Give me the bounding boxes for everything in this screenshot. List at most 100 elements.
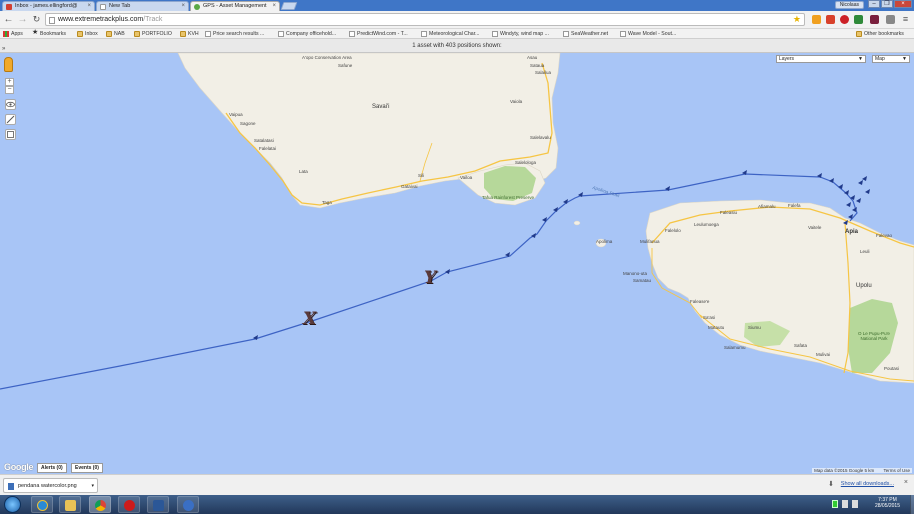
forward-button[interactable]: →	[17, 14, 28, 25]
close-window-icon[interactable]: ×	[894, 0, 912, 8]
bookmark-inbox[interactable]: Inbox	[77, 30, 98, 38]
explorer-icon[interactable]	[59, 496, 81, 513]
map-type-select[interactable]: Map ▼	[872, 55, 910, 63]
page-icon	[349, 31, 355, 37]
map-label: Leuli	[860, 249, 870, 254]
events-button[interactable]: Events (0)	[71, 463, 103, 473]
profile-chip[interactable]: Nicolaas	[834, 1, 864, 9]
map-label: Falelolo	[665, 228, 681, 233]
zoom-in-button[interactable]: +	[5, 78, 14, 86]
extension-icon[interactable]	[812, 15, 821, 24]
extension-icon[interactable]	[870, 15, 879, 24]
google-logo: Google	[4, 462, 34, 472]
star-icon: ★	[32, 29, 39, 36]
layers-select[interactable]: Layers ▼	[776, 55, 866, 63]
network-icon[interactable]	[842, 500, 848, 508]
show-all-downloads-link[interactable]: Show all downloads...	[841, 481, 894, 487]
word-icon[interactable]	[147, 496, 169, 513]
bookmark-price-search[interactable]: Price search results ...	[205, 30, 264, 38]
map-label: Poutasi	[884, 366, 900, 371]
folder-icon	[77, 31, 83, 37]
pinterest-icon[interactable]	[840, 15, 849, 24]
bookmark-portfolio[interactable]: PORTFOLIO	[134, 30, 172, 38]
star-icon[interactable]: ★	[793, 14, 801, 25]
gps-icon	[194, 4, 200, 10]
position-marker	[563, 199, 568, 204]
map-label: Apolima	[596, 239, 613, 244]
address-bar[interactable]: www.extremetrackplus.com/Track ★	[45, 13, 805, 26]
download-item[interactable]: pendana watercolor.png ▾	[3, 478, 98, 493]
map-label: Sa'asi	[703, 315, 716, 320]
maximize-icon[interactable]: ❐	[881, 0, 893, 8]
eye-icon[interactable]	[5, 99, 16, 110]
position-marker	[865, 189, 870, 194]
bookmark-seaweather[interactable]: SeaWeather.net	[563, 30, 608, 38]
terms-link[interactable]: Terms of Use	[883, 468, 910, 473]
bookmark-bookmarks[interactable]: ★ Bookmarks	[32, 29, 66, 38]
show-desktop-button[interactable]	[910, 495, 914, 514]
city-label: Apia	[845, 229, 859, 235]
chrome-icon[interactable]	[89, 496, 111, 513]
reload-button[interactable]: ↻	[31, 14, 42, 25]
close-icon[interactable]: ×	[181, 3, 185, 9]
map-label: Falease'e	[690, 299, 710, 304]
map-view[interactable]: A'opo Conservation Area Safune Asau Sata…	[0, 53, 914, 474]
close-icon[interactable]: ×	[87, 3, 91, 9]
alerts-button[interactable]: Alerts (0)	[37, 463, 67, 473]
map-label: Sili	[418, 173, 425, 178]
clock[interactable]: 7:37 PM 28/05/2015	[875, 497, 900, 509]
new-tab-button[interactable]	[280, 2, 298, 10]
ie-icon[interactable]	[31, 496, 53, 513]
page-icon	[49, 17, 55, 24]
close-icon[interactable]: ×	[904, 479, 908, 486]
tab-strip: Inbox - james.ellingford@ × New Tab × GP…	[0, 0, 914, 11]
ruler-icon[interactable]	[5, 114, 16, 125]
bookmark-company[interactable]: Company officehold...	[278, 30, 336, 38]
park-label: O Le Pupu-Pu'e National Park	[858, 331, 890, 341]
bookmark-wave-model[interactable]: Wave Model - Sout...	[620, 30, 676, 38]
street-view-icon[interactable]	[4, 57, 13, 72]
page-icon	[620, 31, 626, 37]
tab-new[interactable]: New Tab ×	[96, 1, 189, 11]
zoom-out-button[interactable]: −	[5, 86, 14, 94]
map-label: Vailoa	[460, 175, 473, 180]
minimize-icon[interactable]: –	[868, 0, 880, 8]
extension-icon[interactable]	[854, 15, 863, 24]
bookmark-kvh[interactable]: KVH	[180, 30, 199, 38]
map-label: Falelatai	[259, 146, 277, 151]
page-icon	[205, 31, 211, 37]
bookmark-meteo[interactable]: Meteorological Char...	[421, 30, 479, 38]
bookmark-apps[interactable]: Apps	[3, 30, 23, 38]
extension-icon[interactable]	[826, 15, 835, 24]
folder-icon	[134, 31, 140, 37]
search-area-icon[interactable]	[5, 129, 16, 140]
url-domain: www.extremetrackplus.com	[58, 16, 144, 23]
menu-icon[interactable]: ≡	[900, 14, 911, 25]
tray-icon[interactable]	[832, 500, 838, 508]
volume-icon[interactable]	[852, 500, 858, 508]
bookmark-predictwind[interactable]: PredictWind.com - T...	[349, 30, 408, 38]
bookmark-windyty[interactable]: Windyty, wind map ...	[492, 30, 549, 38]
tab-gps[interactable]: GPS - Asset Management ×	[190, 1, 280, 11]
close-icon[interactable]: ×	[272, 3, 276, 9]
map-label: Leulumoega	[694, 222, 719, 227]
map-label: Mulifanua	[640, 239, 660, 244]
google-earth-icon[interactable]	[177, 496, 199, 513]
map-label: Vaitele	[808, 225, 822, 230]
opera-icon[interactable]	[118, 496, 140, 513]
island-label: Upolu	[856, 283, 872, 289]
start-button[interactable]	[4, 496, 21, 513]
map-canvas[interactable]	[0, 53, 914, 474]
url-path: /Track	[143, 16, 163, 23]
bookmark-nab[interactable]: NAB	[106, 30, 125, 38]
map-label: Mulivai	[816, 352, 831, 357]
extension-icon[interactable]	[886, 15, 895, 24]
map-label: Asau	[527, 55, 538, 60]
bookmark-other[interactable]: Other bookmarks	[856, 30, 904, 38]
downloads-shelf: pendana watercolor.png ▾ ⬇ Show all down…	[0, 474, 914, 495]
chevron-down-icon[interactable]: ▾	[91, 479, 94, 493]
back-button[interactable]: ←	[3, 14, 14, 25]
map-label: Gataivai	[401, 184, 418, 189]
map-label: Sataua	[530, 63, 545, 68]
tab-inbox[interactable]: Inbox - james.ellingford@ ×	[2, 1, 95, 11]
